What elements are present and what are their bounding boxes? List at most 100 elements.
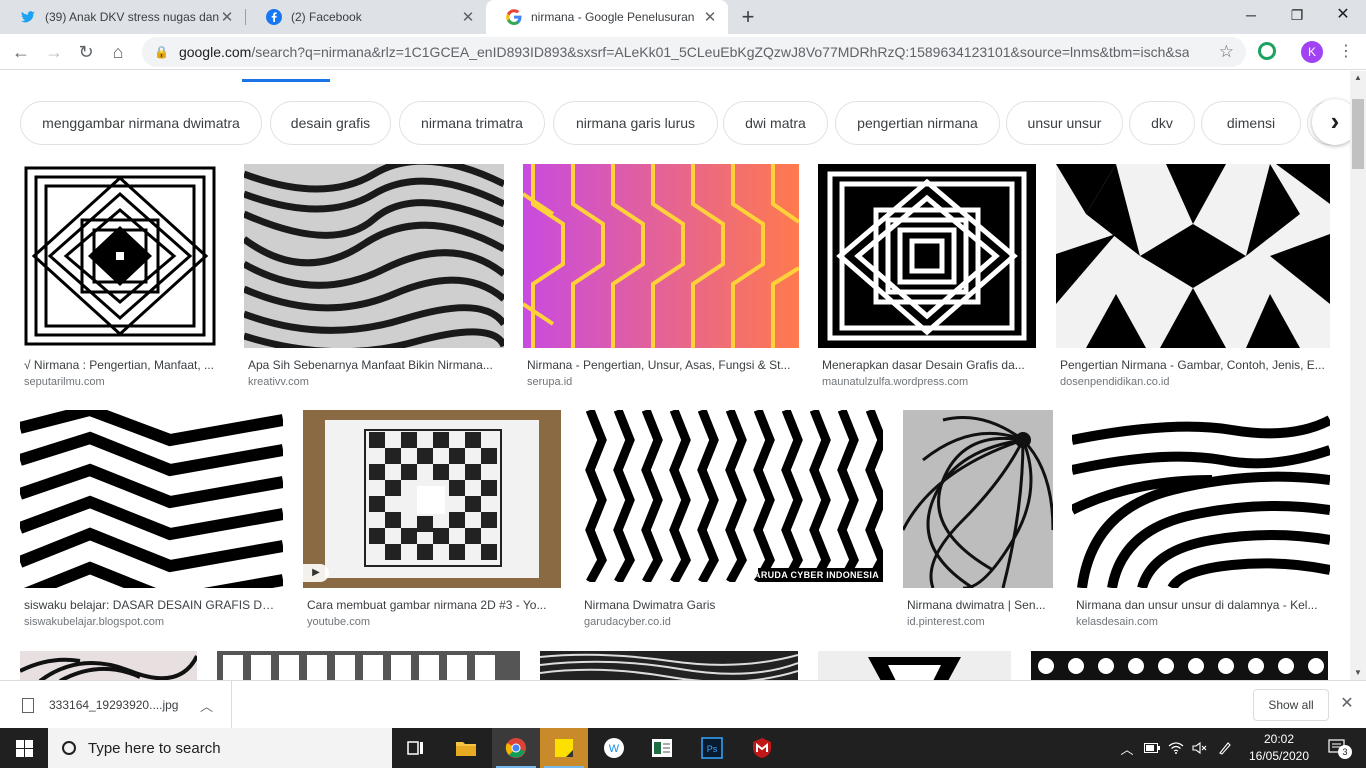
forward-button[interactable]: → bbox=[40, 38, 68, 66]
result-domain: dosenpendidikan.co.id bbox=[1060, 376, 1170, 388]
result-thumbnail[interactable] bbox=[20, 651, 197, 680]
tab-twitter[interactable]: (39) Anak DKV stress nugas dan c ✕ bbox=[0, 0, 245, 34]
image-result[interactable]: Nirmana dwimatra | Sen... id.pinterest.c… bbox=[903, 410, 1055, 635]
image-result[interactable] bbox=[540, 651, 799, 680]
result-thumbnail[interactable] bbox=[903, 410, 1053, 588]
spreadsheet-icon[interactable] bbox=[638, 728, 686, 768]
bookmark-star-icon[interactable]: ☆ bbox=[1219, 42, 1234, 62]
chrome-icon[interactable] bbox=[492, 728, 540, 768]
url-host: google.com bbox=[178, 44, 252, 60]
tab-title: nirmana - Google Penelusuran bbox=[531, 10, 695, 24]
chip-desain-grafis[interactable]: desain grafis bbox=[270, 101, 391, 145]
taskbar-search-input[interactable]: Type here to search bbox=[48, 728, 392, 768]
new-tab-button[interactable]: + bbox=[736, 5, 760, 29]
volume-muted-icon[interactable] bbox=[1190, 728, 1210, 768]
tab-google-search[interactable]: nirmana - Google Penelusuran ✕ bbox=[486, 0, 728, 34]
result-thumbnail[interactable] bbox=[523, 164, 799, 348]
image-result[interactable]: Apa Sih Sebenarnya Manfaat Bikin Nirmana… bbox=[244, 164, 504, 394]
result-thumbnail[interactable] bbox=[20, 410, 283, 588]
result-caption[interactable]: Menerapkan dasar Desain Grafis da... bbox=[822, 358, 1034, 372]
result-thumbnail[interactable] bbox=[1056, 164, 1330, 348]
back-button[interactable]: ← bbox=[7, 38, 35, 66]
result-thumbnail[interactable] bbox=[1072, 410, 1330, 588]
page-scrollbar[interactable]: ▲ ▼ bbox=[1350, 71, 1366, 680]
result-caption[interactable]: Nirmana - Pengertian, Unsur, Asas, Fungs… bbox=[527, 358, 797, 372]
image-result[interactable]: Nirmana - Pengertian, Unsur, Asas, Fungs… bbox=[523, 164, 799, 394]
window-close-button[interactable]: ✕ bbox=[1320, 0, 1366, 30]
tab-facebook[interactable]: (2) Facebook ✕ bbox=[246, 0, 486, 34]
result-thumbnail[interactable] bbox=[580, 410, 883, 582]
reload-button[interactable]: ↻ bbox=[72, 38, 100, 66]
result-thumbnail[interactable] bbox=[303, 410, 561, 588]
result-caption[interactable]: Nirmana dwimatra | Sen... bbox=[907, 598, 1053, 612]
image-result[interactable]: √ Nirmana : Pengertian, Manfaat, ... sep… bbox=[20, 164, 225, 394]
chip-menggambar-nirmana-dwimatra[interactable]: menggambar nirmana dwimatra bbox=[20, 101, 262, 145]
chip-dkv[interactable]: dkv bbox=[1129, 101, 1195, 145]
result-thumbnail[interactable] bbox=[244, 164, 504, 348]
chip-dwi-matra[interactable]: dwi matra bbox=[723, 101, 828, 145]
image-result[interactable] bbox=[20, 651, 198, 680]
image-result[interactable]: Nirmana dan unsur unsur di dalamnya - Ke… bbox=[1072, 410, 1332, 635]
notification-center-icon[interactable]: 3 bbox=[1318, 728, 1358, 768]
mcafee-icon[interactable] bbox=[738, 728, 786, 768]
result-caption[interactable]: √ Nirmana : Pengertian, Manfaat, ... bbox=[24, 358, 220, 372]
close-icon[interactable]: ✕ bbox=[460, 8, 476, 26]
result-thumbnail[interactable] bbox=[818, 164, 1036, 348]
system-clock[interactable]: 20:02 16/05/2020 bbox=[1246, 731, 1312, 765]
minimize-button[interactable]: ─ bbox=[1228, 0, 1274, 30]
image-result[interactable] bbox=[1031, 651, 1329, 680]
sticky-notes-icon[interactable] bbox=[540, 728, 588, 768]
close-icon[interactable]: ✕ bbox=[702, 8, 718, 26]
image-result[interactable]: siswaku belajar: DASAR DESAIN GRAFIS DA.… bbox=[20, 410, 285, 635]
result-caption[interactable]: Nirmana dan unsur unsur di dalamnya - Ke… bbox=[1076, 598, 1330, 612]
chip-nirmana-trimatra[interactable]: nirmana trimatra bbox=[399, 101, 545, 145]
photoshop-icon[interactable]: Ps bbox=[688, 728, 736, 768]
chevron-up-icon[interactable]: ︿ bbox=[1118, 728, 1136, 768]
result-caption[interactable]: siswaku belajar: DASAR DESAIN GRAFIS DA.… bbox=[24, 598, 280, 612]
pen-ink-icon[interactable] bbox=[1214, 728, 1236, 768]
result-thumbnail[interactable] bbox=[818, 651, 1011, 680]
windows-start-icon[interactable] bbox=[0, 728, 48, 768]
chevron-right-icon[interactable]: › bbox=[1312, 99, 1350, 145]
chip-unsur-unsur[interactable]: unsur unsur bbox=[1006, 101, 1123, 145]
show-all-button[interactable]: Show all bbox=[1253, 689, 1329, 721]
result-caption[interactable]: Cara membuat gambar nirmana 2D #3 - Yo..… bbox=[307, 598, 559, 612]
profile-avatar[interactable]: K bbox=[1301, 41, 1323, 63]
close-icon[interactable]: ✕ bbox=[1336, 693, 1358, 715]
scroll-down-icon[interactable]: ▼ bbox=[1350, 666, 1366, 680]
task-view-icon[interactable] bbox=[392, 728, 440, 768]
menu-icon[interactable]: ⋮ bbox=[1336, 40, 1356, 64]
grammarly-extension-icon[interactable] bbox=[1258, 42, 1276, 60]
battery-icon[interactable] bbox=[1142, 728, 1162, 768]
image-result[interactable] bbox=[217, 651, 521, 680]
result-thumbnail[interactable] bbox=[1031, 651, 1328, 680]
result-caption[interactable]: Pengertian Nirmana - Gambar, Contoh, Jen… bbox=[1060, 358, 1330, 372]
image-result[interactable]: ▶ Cara membuat gambar nirmana 2D #3 - Yo… bbox=[303, 410, 563, 635]
lock-icon[interactable]: 🔒 bbox=[154, 45, 169, 59]
result-thumbnail[interactable] bbox=[217, 651, 520, 680]
chevron-up-icon[interactable]: ︿ bbox=[200, 696, 213, 715]
image-result[interactable]: Pengertian Nirmana - Gambar, Contoh, Jen… bbox=[1056, 164, 1332, 394]
chip-nirmana-garis-lurus[interactable]: nirmana garis lurus bbox=[553, 101, 718, 145]
wps-icon[interactable]: W bbox=[590, 728, 638, 768]
result-caption[interactable]: Nirmana Dwimatra Garis bbox=[584, 598, 880, 612]
scroll-up-icon[interactable]: ▲ bbox=[1350, 71, 1366, 85]
result-thumbnail[interactable] bbox=[540, 651, 798, 680]
image-result[interactable]: GARUDA CYBER INDONESIA Nirmana Dwimatra … bbox=[580, 410, 885, 635]
wifi-icon[interactable] bbox=[1166, 728, 1186, 768]
url-path: /search?q=nirmana&rlz=1C1GCEA_enID893ID8… bbox=[251, 44, 1189, 60]
image-result[interactable]: Menerapkan dasar Desain Grafis da... mau… bbox=[818, 164, 1038, 394]
result-domain: youtube.com bbox=[307, 616, 370, 628]
chip-dimensi[interactable]: dimensi bbox=[1201, 101, 1301, 145]
maximize-button[interactable]: ❐ bbox=[1274, 0, 1320, 30]
image-result[interactable] bbox=[818, 651, 1012, 680]
file-explorer-icon[interactable] bbox=[442, 728, 490, 768]
download-item[interactable]: 333164_19293920....jpg ︿ bbox=[0, 681, 232, 729]
address-bar[interactable]: 🔒 google.com/search?q=nirmana&rlz=1C1GCE… bbox=[142, 37, 1246, 67]
home-button[interactable]: ⌂ bbox=[104, 38, 132, 66]
result-thumbnail[interactable] bbox=[20, 164, 220, 348]
close-icon[interactable]: ✕ bbox=[219, 8, 235, 26]
chip-pengertian-nirmana[interactable]: pengertian nirmana bbox=[835, 101, 1000, 145]
scrollbar-thumb[interactable] bbox=[1352, 99, 1364, 169]
result-caption[interactable]: Apa Sih Sebenarnya Manfaat Bikin Nirmana… bbox=[248, 358, 502, 372]
